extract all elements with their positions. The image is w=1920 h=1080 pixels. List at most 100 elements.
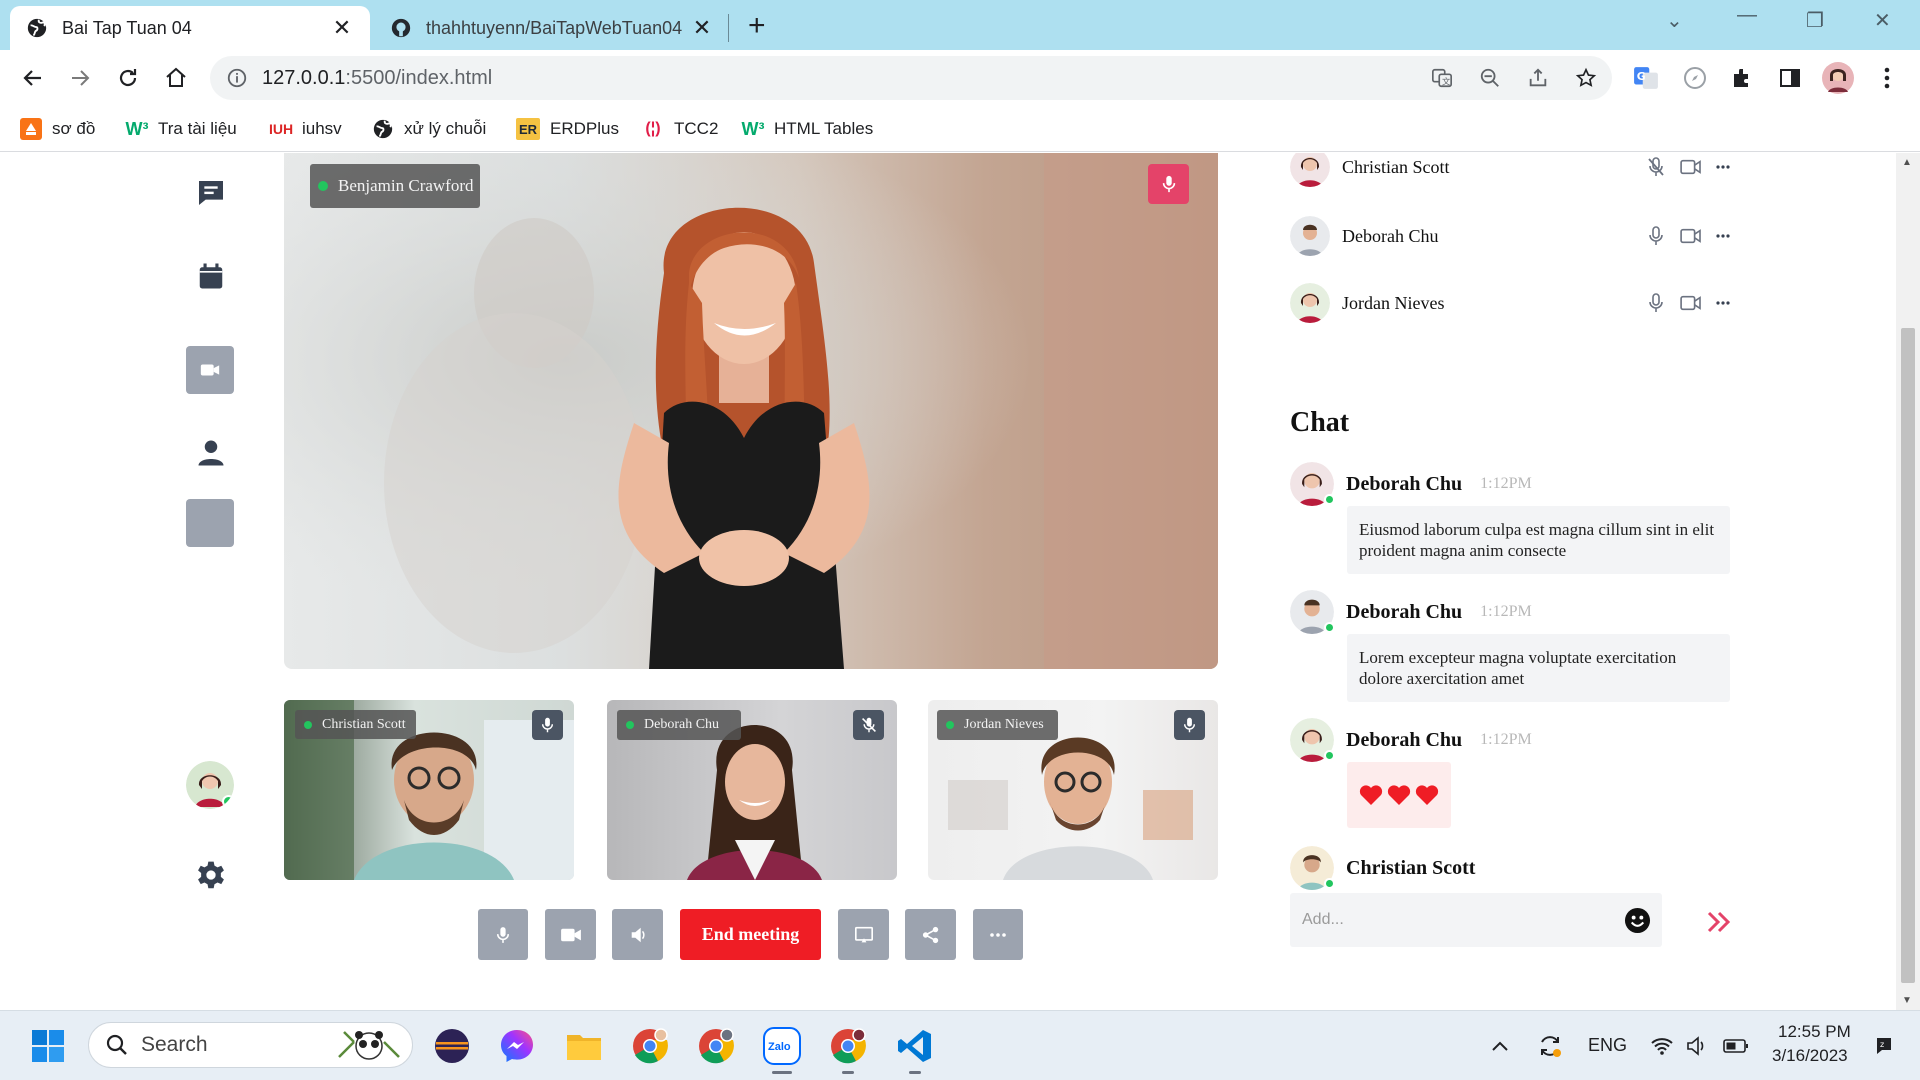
chat-message-header: Deborah Chu 1:12PM [1290,462,1532,506]
site-info-icon[interactable] [226,67,248,89]
notifications-icon[interactable]: z [1864,1026,1904,1066]
browser-toolbar: 127.0.0.1:5500/index.html 文 G [0,50,1920,106]
sidebar-video-icon[interactable] [186,499,234,547]
windows-start-icon[interactable] [28,1026,68,1066]
chrome-profile-2-icon[interactable] [696,1026,736,1066]
bookmark-erdplus[interactable]: ER ERDPlus [516,116,619,142]
w3schools-icon: W³ [741,118,765,139]
volume-tray-icon[interactable] [1678,1026,1718,1066]
more-icon[interactable] [1716,234,1730,238]
url-text: 127.0.0.1:5500/index.html [262,67,492,90]
side-panel-icon[interactable] [1776,64,1804,92]
reload-icon[interactable] [112,62,144,94]
page-scrollbar[interactable]: ▲ ▼ [1896,153,1920,1010]
main-video-feed[interactable]: Benjamin Crawford [284,153,1218,669]
bookmark-xu-ly-chuoi[interactable]: xử lý chuỗi [372,116,486,142]
video-camera-icon[interactable] [1680,294,1702,312]
more-options-button[interactable] [973,909,1023,960]
close-tab-icon[interactable]: ✕ [690,15,714,41]
mic-icon[interactable] [1646,292,1666,314]
close-tab-icon[interactable]: ✕ [330,15,354,41]
send-double-chevron-icon[interactable] [1706,910,1732,934]
settings-gear-icon[interactable] [187,851,235,899]
translate-icon[interactable]: 文 [1430,66,1454,90]
current-user-avatar[interactable] [186,761,234,809]
speaker-mic-button[interactable] [1148,164,1189,204]
scroll-up-arrow-icon[interactable]: ▲ [1902,157,1912,168]
participant-video-deborah-chu[interactable]: Deborah Chu [607,700,897,880]
bookmark-star-icon[interactable] [1574,66,1598,90]
more-icon[interactable] [1716,301,1730,305]
bookmark-so-do[interactable]: sơ đồ [20,116,95,142]
bookmark-iuhsv[interactable]: IUH iuhsv [268,116,342,142]
video-camera-icon[interactable] [1680,158,1702,176]
scrollbar-thumb[interactable] [1901,328,1915,983]
bookmark-html-tables[interactable]: W³ HTML Tables [741,116,874,142]
share-button[interactable] [905,909,956,960]
participant-mic-muted-button[interactable] [853,710,884,740]
vscode-app-icon[interactable] [895,1026,935,1066]
bookmark-tra-tai-lieu[interactable]: W³ Tra tài liệu [126,116,237,142]
participant-video-christian-scott[interactable]: Christian Scott [284,700,574,880]
sidebar-messages-icon[interactable] [187,169,235,217]
heart-icon [1359,785,1383,805]
chrome-menu-icon[interactable] [1873,64,1901,92]
chat-message-input[interactable] [1302,893,1602,947]
participant-mic-button[interactable] [532,710,563,740]
sync-status-icon[interactable] [1530,1026,1570,1066]
erdplus-icon: ER [516,118,540,140]
file-explorer-icon[interactable] [564,1026,604,1066]
restore-icon[interactable]: ❐ [1806,8,1824,33]
emoji-icon[interactable] [1624,907,1651,934]
tab-bai-tap-tuan-04[interactable]: Bai Tap Tuan 04 ✕ [10,6,370,50]
clock-date[interactable]: 3/16/2023 [1772,1046,1848,1066]
scroll-down-arrow-icon[interactable]: ▼ [1902,995,1912,1006]
end-meeting-button[interactable]: End meeting [680,909,821,960]
zoom-icon[interactable] [1478,66,1502,90]
share-icon[interactable] [1526,66,1550,90]
bookmark-tcc2[interactable]: (¦) TCC2 [642,116,718,142]
sidebar-video-button[interactable] [186,346,234,394]
more-icon[interactable] [1716,165,1730,169]
tray-overflow-chevron-icon[interactable] [1480,1026,1520,1066]
bookmark-label: xử lý chuỗi [404,119,487,138]
tab-separator [728,14,729,42]
google-translate-extension-icon[interactable]: G [1632,64,1660,92]
tab-github[interactable]: thahhtuyenn/BaiTapWebTuan04 ✕ [374,6,730,50]
messenger-app-icon[interactable] [497,1026,537,1066]
wifi-icon[interactable] [1642,1026,1682,1066]
participant-mic-button[interactable] [1174,710,1205,740]
close-window-icon[interactable]: ✕ [1874,8,1891,33]
back-arrow-icon[interactable] [17,62,49,94]
participant-avatar [1290,283,1330,323]
minimize-icon[interactable]: — [1737,4,1757,27]
home-icon[interactable] [160,62,192,94]
new-tab-plus-icon[interactable]: + [748,10,766,42]
screen-share-button[interactable] [838,909,889,960]
chrome-active-icon[interactable] [828,1026,868,1066]
clock-time[interactable]: 12:55 PM [1778,1022,1851,1042]
mic-icon[interactable] [1646,225,1666,247]
speaker-toggle-button[interactable] [612,909,663,960]
sidebar-user-icon[interactable] [187,429,235,477]
address-bar[interactable]: 127.0.0.1:5500/index.html 文 [210,56,1612,100]
eclipse-app-icon[interactable] [432,1026,472,1066]
video-camera-icon[interactable] [1680,227,1702,245]
profile-avatar[interactable] [1822,62,1854,94]
compass-extension-icon[interactable] [1681,64,1709,92]
sidebar-calendar-icon[interactable] [187,252,235,300]
chrome-profile-1-icon[interactable] [630,1026,670,1066]
camera-toggle-button[interactable] [545,909,596,960]
search-label: Search [141,1033,208,1056]
tab-search-chevron-icon[interactable]: ⌄ [1666,8,1683,33]
participant-video-jordan-nieves[interactable]: Jordan Nieves [928,700,1218,880]
zalo-app-icon[interactable]: Zalo [762,1026,802,1066]
forward-arrow-icon[interactable] [64,62,96,94]
language-indicator[interactable]: ENG [1588,1035,1627,1056]
mic-off-icon[interactable] [1646,156,1666,178]
taskbar-search-box[interactable]: Search [88,1022,413,1068]
battery-icon[interactable] [1716,1026,1756,1066]
iuh-icon: IUH [268,121,294,137]
mic-toggle-button[interactable] [478,909,528,960]
extensions-puzzle-icon[interactable] [1728,64,1756,92]
